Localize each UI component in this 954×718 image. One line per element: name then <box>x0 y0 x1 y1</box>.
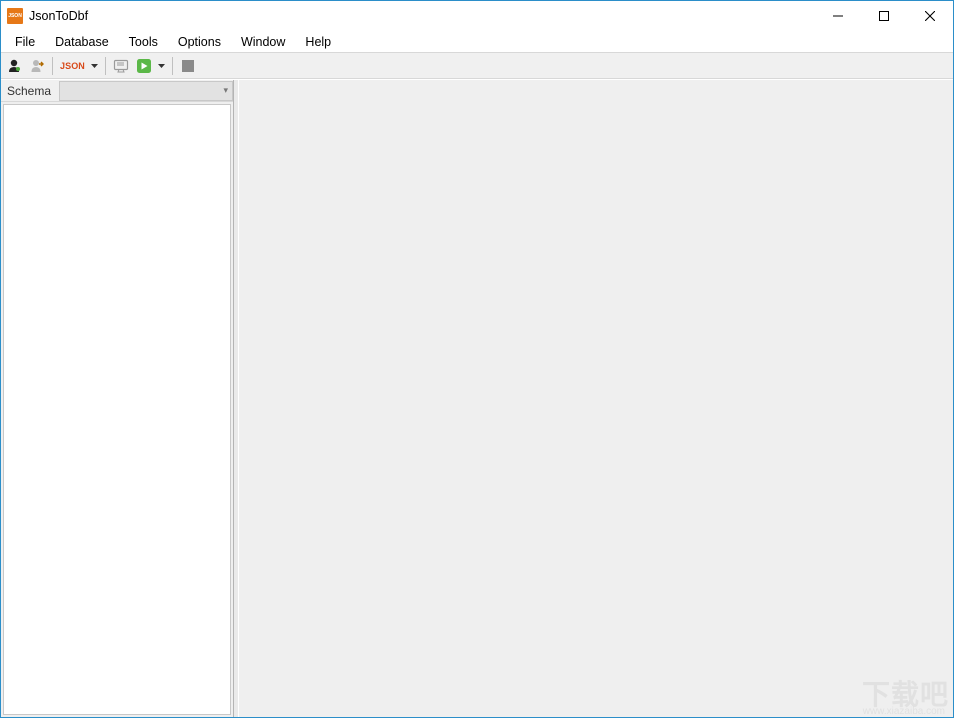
execute-dropdown-arrow[interactable] <box>157 64 167 68</box>
window-title: JsonToDbf <box>29 9 88 23</box>
menubar: File Database Tools Options Window Help <box>1 31 953 53</box>
json-import-button[interactable]: JSON <box>58 56 87 76</box>
main-panel: 下载吧 www.xiazaiba.com <box>238 80 953 717</box>
close-button[interactable] <box>907 1 953 31</box>
titlebar: JSON JsonToDbf <box>1 1 953 31</box>
toolbar-separator <box>172 57 173 75</box>
query-button[interactable] <box>111 56 131 76</box>
logoff-button[interactable] <box>27 56 47 76</box>
chevron-down-icon: ▾ <box>223 85 228 96</box>
stop-button[interactable] <box>178 56 198 76</box>
json-dropdown-arrow[interactable] <box>90 64 100 68</box>
minimize-button[interactable] <box>815 1 861 31</box>
connect-button[interactable] <box>4 56 24 76</box>
toolbar-separator <box>105 57 106 75</box>
window-controls <box>815 1 953 31</box>
watermark-subtext: www.xiazaiba.com <box>863 706 945 717</box>
stop-icon <box>182 60 194 72</box>
app-icon: JSON <box>7 8 23 24</box>
menu-file[interactable]: File <box>5 33 45 51</box>
menu-options[interactable]: Options <box>168 33 231 51</box>
toolbar: JSON <box>1 53 953 79</box>
menu-tools[interactable]: Tools <box>119 33 168 51</box>
menu-help[interactable]: Help <box>295 33 341 51</box>
execute-button[interactable] <box>134 56 154 76</box>
json-label: JSON <box>60 61 85 71</box>
schema-select[interactable]: ▾ <box>59 81 233 101</box>
maximize-button[interactable] <box>861 1 907 31</box>
sidebar: Schema ▾ <box>1 80 234 717</box>
workarea: Schema ▾ 下载吧 www.xiazaiba.com <box>1 79 953 717</box>
toolbar-separator <box>52 57 53 75</box>
menu-database[interactable]: Database <box>45 33 119 51</box>
menu-window[interactable]: Window <box>231 33 295 51</box>
schema-label: Schema <box>1 84 59 98</box>
schema-tree-panel[interactable] <box>3 104 231 715</box>
schema-row: Schema ▾ <box>1 80 233 102</box>
